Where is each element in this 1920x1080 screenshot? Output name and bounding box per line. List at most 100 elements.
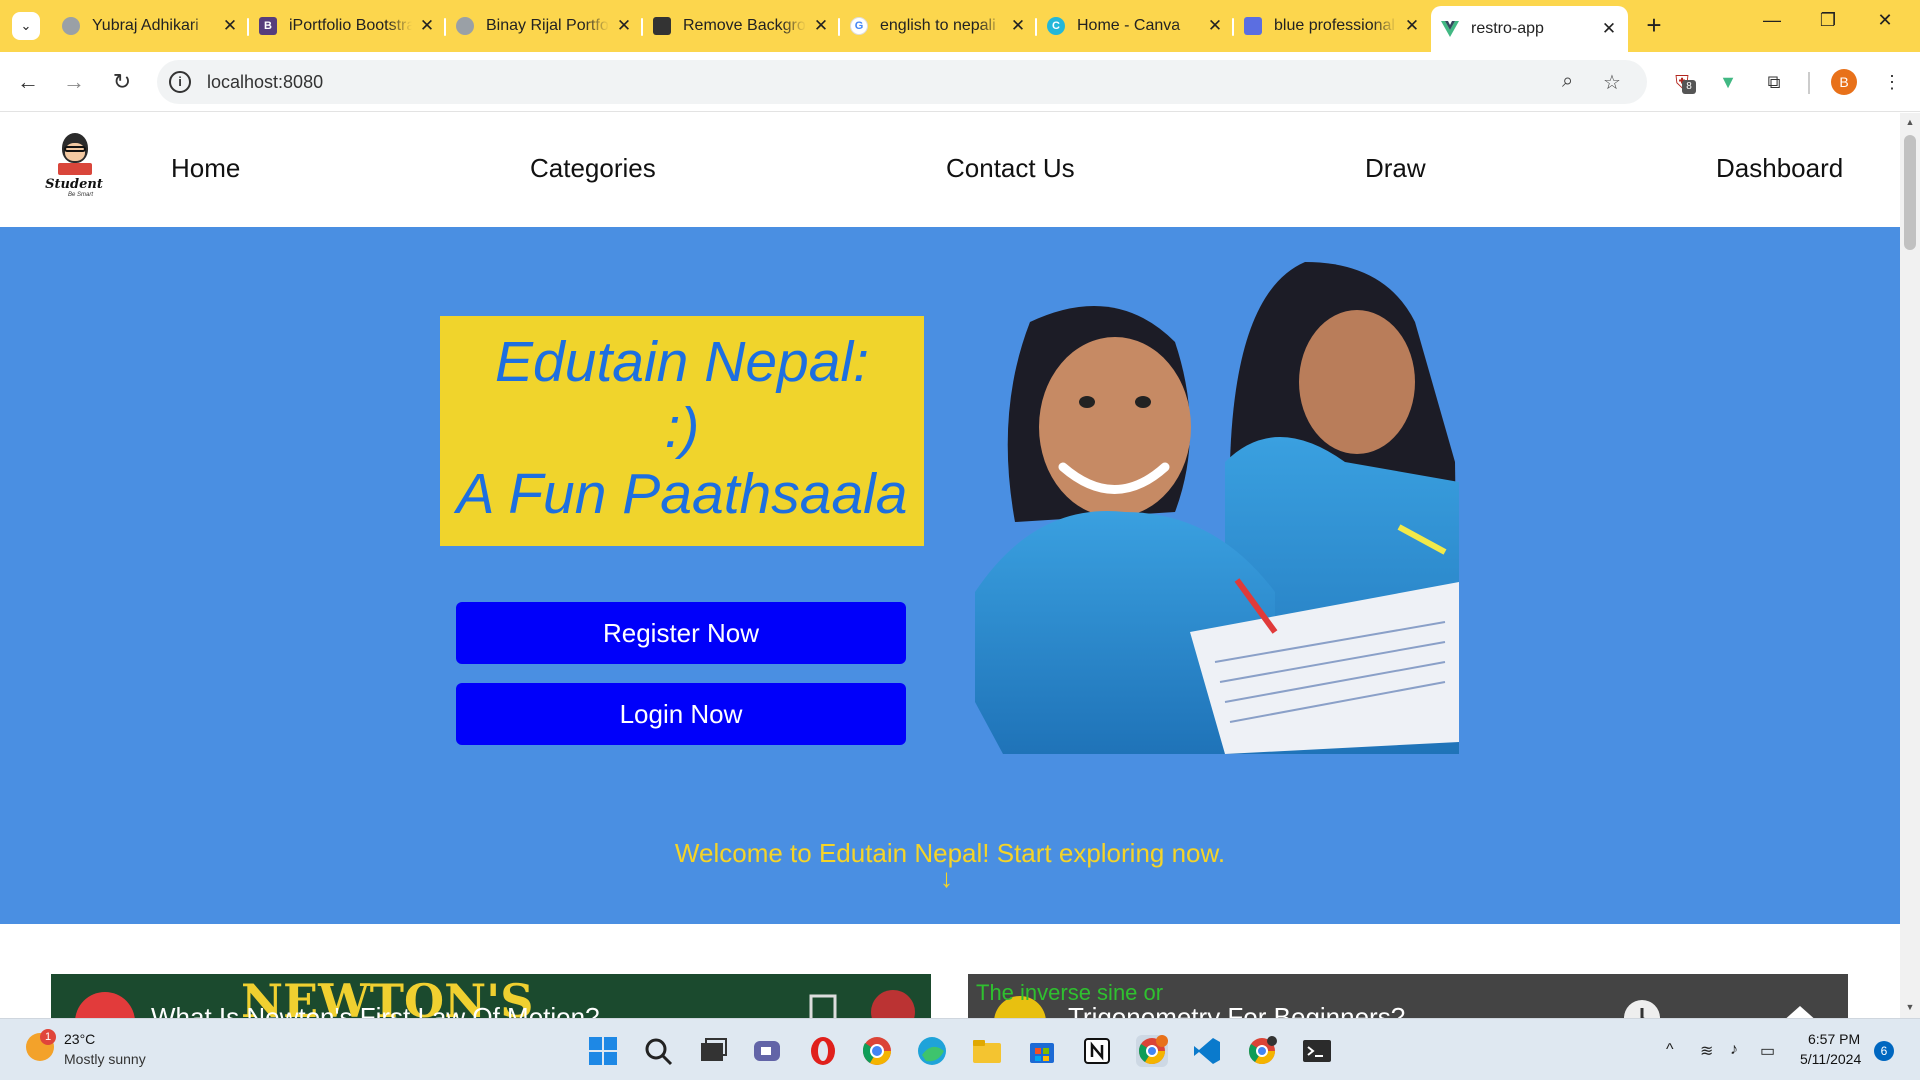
- bookmark-star-icon[interactable]: ☆: [1603, 70, 1621, 95]
- weather-badge: 1: [40, 1029, 56, 1045]
- globe-icon: [62, 17, 80, 35]
- chevron-up-icon[interactable]: ^: [1666, 1041, 1674, 1059]
- scroll-up-icon[interactable]: ▲: [1904, 117, 1916, 129]
- nav-home[interactable]: Home: [171, 153, 240, 184]
- chrome-icon[interactable]: [861, 1035, 893, 1067]
- video-card-newton[interactable]: NEWTON'S What Is Newton's First Law Of M…: [51, 974, 931, 1018]
- chrome-profile-icon[interactable]: [1136, 1035, 1168, 1067]
- reload-icon[interactable]: ↻: [106, 66, 138, 98]
- opera-icon[interactable]: [807, 1035, 839, 1067]
- logo-word: Student: [45, 177, 103, 192]
- address-text[interactable]: localhost:8080: [207, 72, 323, 93]
- extension-badge: 8: [1682, 80, 1696, 94]
- minimize-icon[interactable]: —: [1752, 10, 1792, 31]
- video-title: What Is Newton's First Law Of Motion?: [151, 1002, 600, 1018]
- notification-badge[interactable]: 6: [1874, 1041, 1894, 1061]
- close-icon[interactable]: ✕: [1009, 16, 1027, 36]
- close-window-icon[interactable]: ✕: [1865, 10, 1905, 31]
- tab-remove-bg[interactable]: Remove Background ✕: [643, 6, 840, 46]
- chrome-dev-icon[interactable]: [1246, 1035, 1278, 1067]
- bootstrap-icon: B: [259, 17, 277, 35]
- hero-section: Edutain Nepal: :) A Fun Paathsaala Regis…: [0, 227, 1900, 924]
- vscode-icon[interactable]: [1191, 1035, 1223, 1067]
- logo-tagline: Be Smart: [68, 192, 94, 198]
- web-page: Student Be Smart Home Categories Contact…: [0, 113, 1900, 1018]
- close-icon[interactable]: ✕: [418, 16, 436, 36]
- close-icon[interactable]: ✕: [812, 16, 830, 36]
- close-icon[interactable]: ✕: [1206, 16, 1224, 36]
- notion-icon[interactable]: [1081, 1035, 1113, 1067]
- logo-glasses: [64, 146, 86, 152]
- restore-icon[interactable]: ❐: [1808, 10, 1848, 31]
- tab-search-button[interactable]: ⌄: [12, 12, 40, 40]
- zoom-icon[interactable]: ⌕: [1562, 70, 1573, 93]
- chevron-down-icon: ⌄: [20, 18, 32, 33]
- arrow-down-icon[interactable]: ↓: [940, 863, 953, 894]
- windows-taskbar: 1 23°C Mostly sunny ^ ≋ ♪ ▭ 6:57 PM 5/11…: [0, 1018, 1920, 1080]
- teams-chat-icon[interactable]: [751, 1035, 783, 1067]
- back-icon[interactable]: ←: [12, 66, 44, 98]
- search-icon[interactable]: [642, 1035, 674, 1067]
- nav-draw[interactable]: Draw: [1365, 153, 1426, 184]
- scroll-down-icon[interactable]: ▼: [1904, 1002, 1916, 1014]
- register-now-button[interactable]: Register Now: [456, 602, 906, 664]
- tab-canva[interactable]: C Home - Canva ✕: [1037, 6, 1234, 46]
- tab-google[interactable]: G english to nepali ✕: [840, 6, 1037, 46]
- tab-binay[interactable]: Binay Rijal Portfolio ✕: [446, 6, 643, 46]
- address-bar[interactable]: i localhost:8080 ⌕ ☆: [157, 60, 1647, 104]
- clock-time[interactable]: 6:57 PM: [1808, 1031, 1860, 1047]
- tab-iportfolio[interactable]: B iPortfolio Bootstrap ✕: [249, 6, 446, 46]
- edge-icon[interactable]: [916, 1035, 948, 1067]
- clock-date[interactable]: 5/11/2024: [1800, 1051, 1861, 1067]
- nav-contact-us[interactable]: Contact Us: [946, 153, 1075, 184]
- kebab-menu-icon[interactable]: ⋮: [1880, 70, 1904, 94]
- hero-title-line-1: Edutain Nepal:: [495, 330, 869, 394]
- tab-title: Yubraj Adhikari: [92, 17, 199, 34]
- wifi-icon[interactable]: ≋: [1700, 1041, 1713, 1061]
- doc-icon: [1244, 17, 1262, 35]
- remove-bg-icon: [653, 17, 671, 35]
- tab-restro-app[interactable]: restro-app ✕: [1431, 6, 1628, 52]
- tab-title: blue professional: [1274, 17, 1395, 34]
- close-icon[interactable]: ✕: [615, 16, 633, 36]
- vue-icon: [1441, 20, 1459, 38]
- site-logo[interactable]: Student Be Smart: [44, 131, 104, 201]
- battery-icon[interactable]: ▭: [1760, 1041, 1775, 1061]
- weather-desc[interactable]: Mostly sunny: [64, 1051, 146, 1067]
- page-scrollbar[interactable]: ▲ ▼: [1900, 113, 1920, 1018]
- canva-icon: C: [1047, 17, 1065, 35]
- file-explorer-icon[interactable]: [971, 1035, 1003, 1067]
- close-icon[interactable]: ✕: [221, 16, 239, 36]
- forward-icon[interactable]: →: [58, 66, 90, 98]
- login-now-button[interactable]: Login Now: [456, 683, 906, 745]
- video-card-trigonometry[interactable]: The inverse sine or Trigonometry For Beg…: [968, 974, 1848, 1018]
- windows-start-icon[interactable]: [587, 1035, 619, 1067]
- extensions-puzzle-icon[interactable]: ⧉: [1762, 70, 1786, 94]
- students-photo: [975, 262, 1459, 754]
- task-view-icon[interactable]: [697, 1035, 729, 1067]
- profile-avatar[interactable]: B: [1831, 69, 1857, 95]
- site-info-icon[interactable]: i: [169, 71, 191, 93]
- nav-dashboard[interactable]: Dashboard: [1716, 153, 1843, 184]
- close-icon[interactable]: ✕: [1403, 16, 1421, 36]
- volume-icon[interactable]: ♪: [1730, 1041, 1738, 1059]
- nav-categories[interactable]: Categories: [530, 153, 656, 184]
- ms-store-icon[interactable]: [1026, 1035, 1058, 1067]
- scrollbar-thumb[interactable]: [1904, 135, 1916, 250]
- tab-list: Yubraj Adhikari ✕ B iPortfolio Bootstrap…: [52, 6, 1628, 52]
- tab-title: Binay Rijal Portfolio: [486, 17, 609, 34]
- vue-devtools-icon[interactable]: ▼: [1716, 70, 1740, 94]
- tab-yubraj[interactable]: Yubraj Adhikari ✕: [52, 6, 249, 46]
- video-title: Trigonometry For Beginners?: [1068, 1002, 1406, 1018]
- toolbar-divider: [1808, 72, 1810, 94]
- new-tab-button[interactable]: +: [1640, 12, 1668, 40]
- weather-temp[interactable]: 23°C: [64, 1031, 95, 1047]
- tab-strip: ⌄ Yubraj Adhikari ✕ B iPortfolio Bootstr…: [0, 0, 1920, 52]
- tab-title: Remove Background: [683, 17, 806, 34]
- close-icon[interactable]: ✕: [1600, 19, 1618, 39]
- terminal-icon[interactable]: [1301, 1035, 1333, 1067]
- hero-title-line-3: A Fun Paathsaala: [456, 462, 908, 526]
- tab-title: restro-app: [1471, 20, 1544, 37]
- tab-blue-professional[interactable]: blue professional ✕: [1234, 6, 1431, 46]
- logo-book: [58, 163, 92, 175]
